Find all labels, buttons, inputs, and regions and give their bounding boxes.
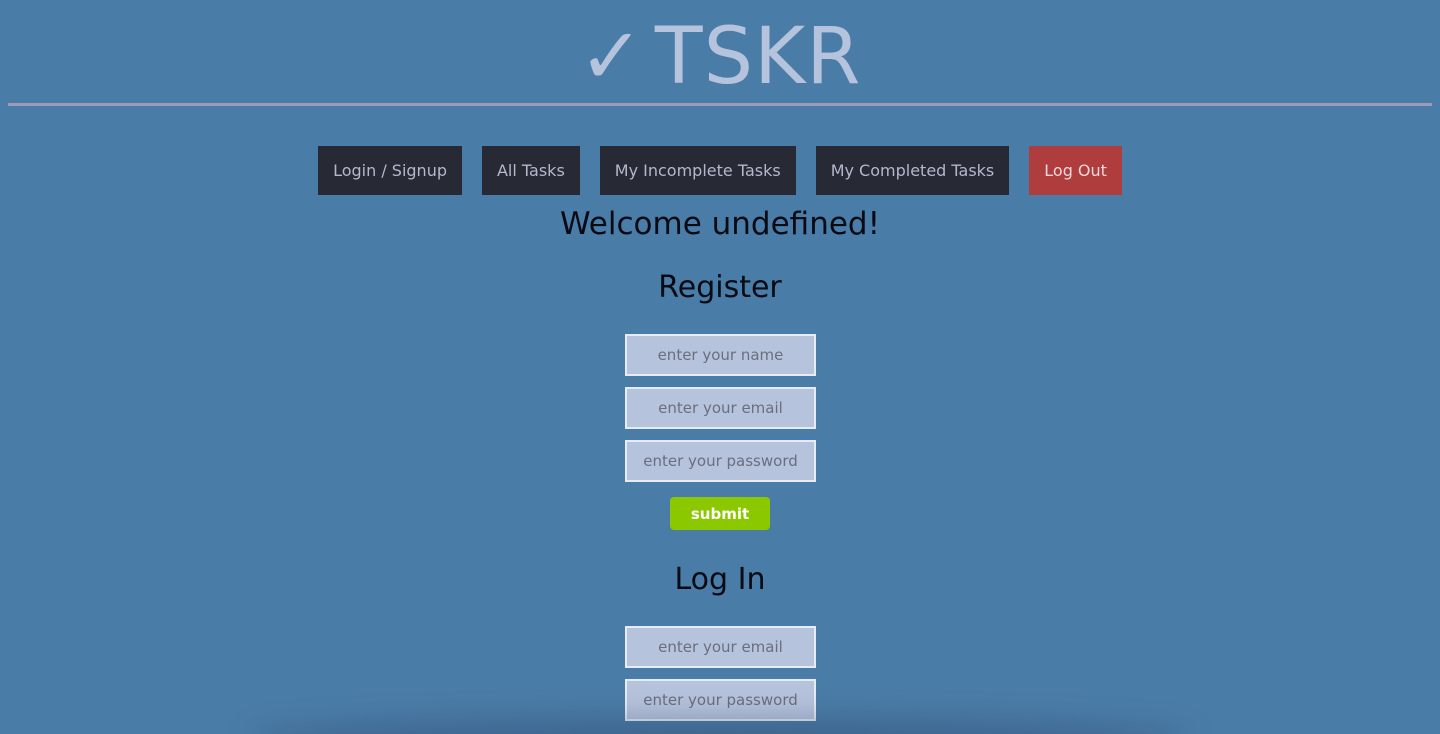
nav-incomplete-tasks-button[interactable]: My Incomplete Tasks [599,146,796,195]
register-password-input[interactable] [625,440,816,482]
welcome-message: Welcome undefined! [559,206,881,242]
nav-login-signup-button[interactable]: Login / Signup [318,146,462,195]
app-logo: ✓ TSKR [0,14,1440,100]
checkmark-icon: ✓ [578,12,645,102]
app-title: TSKR [654,12,862,102]
nav-all-tasks-button[interactable]: All Tasks [481,146,580,195]
page: ✓ TSKR Login / Signup All Tasks My Incomp… [0,0,1440,734]
register-name-input[interactable] [625,334,816,376]
login-password-input[interactable] [625,679,816,721]
bottom-shadow [250,718,1190,734]
register-heading: Register [658,270,782,305]
register-submit-button[interactable]: submit [670,497,770,530]
register-email-input[interactable] [625,387,816,429]
header-divider [8,103,1432,106]
login-email-input[interactable] [625,626,816,668]
nav-bar: Login / Signup All Tasks My Incomplete T… [0,146,1440,195]
log-out-button[interactable]: Log Out [1029,146,1122,195]
login-heading: Log In [674,562,766,597]
nav-completed-tasks-button[interactable]: My Completed Tasks [815,146,1010,195]
